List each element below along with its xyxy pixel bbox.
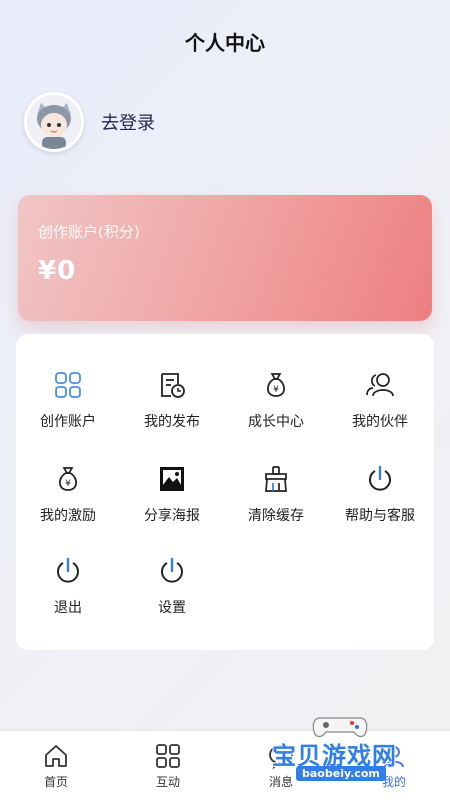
menu-label: 分享海报 bbox=[144, 508, 200, 524]
menu-grid: 创作账户 我的发布 ¥ 成长中心 我的伙伴 ¥ 我的激励 分享海报 清除缓存 帮… bbox=[16, 334, 434, 650]
grid-icon bbox=[53, 370, 83, 400]
menu-item-my-posts[interactable]: 我的发布 bbox=[120, 370, 224, 450]
tab-interact[interactable]: 互动 bbox=[112, 743, 224, 790]
watermark: 宝贝游戏网 baobeiy.com bbox=[272, 712, 442, 792]
menu-label: 我的激励 bbox=[40, 508, 96, 524]
profile-section[interactable]: 去登录 bbox=[24, 92, 155, 152]
menu-label: 成长中心 bbox=[248, 414, 304, 430]
menu-label: 清除缓存 bbox=[248, 508, 304, 524]
menu-label: 设置 bbox=[158, 600, 186, 616]
menu-item-logout[interactable]: 退出 bbox=[16, 556, 120, 636]
avatar-character-icon bbox=[27, 95, 81, 149]
people-icon bbox=[365, 370, 395, 400]
menu-label: 创作账户 bbox=[40, 414, 96, 430]
menu-item-growth-center[interactable]: ¥ 成长中心 bbox=[224, 370, 328, 450]
menu-label: 我的发布 bbox=[144, 414, 200, 430]
watermark-url: baobeiy.com bbox=[296, 766, 386, 781]
tab-label: 互动 bbox=[155, 775, 180, 789]
grid-icon bbox=[156, 744, 180, 768]
wallet-amount: ¥0 bbox=[38, 256, 77, 286]
creation-account-card[interactable]: 创作账户(积分) ¥0 bbox=[18, 195, 432, 321]
tab-label: 首页 bbox=[43, 775, 68, 789]
menu-item-clear-cache[interactable]: 清除缓存 bbox=[224, 464, 328, 544]
menu-item-settings[interactable]: 设置 bbox=[120, 556, 224, 636]
svg-text:¥: ¥ bbox=[273, 385, 279, 395]
broom-icon bbox=[261, 464, 291, 494]
power-icon bbox=[157, 556, 187, 586]
menu-label: 帮助与客服 bbox=[345, 508, 415, 524]
tab-home[interactable]: 首页 bbox=[0, 743, 112, 790]
money-bag-icon: ¥ bbox=[53, 464, 83, 494]
document-clock-icon bbox=[157, 370, 187, 400]
power-icon bbox=[53, 556, 83, 586]
page-title: 个人中心 bbox=[185, 31, 265, 55]
login-link[interactable]: 去登录 bbox=[101, 109, 155, 135]
money-bag-icon: ¥ bbox=[261, 370, 291, 400]
svg-text:¥: ¥ bbox=[65, 479, 71, 489]
menu-label: 我的伙伴 bbox=[352, 414, 408, 430]
image-icon bbox=[157, 464, 187, 494]
menu-item-creation-account[interactable]: 创作账户 bbox=[16, 370, 120, 450]
menu-label: 退出 bbox=[54, 600, 82, 616]
wallet-label: 创作账户(积分) bbox=[38, 223, 140, 241]
avatar[interactable] bbox=[24, 92, 84, 152]
menu-item-my-partners[interactable]: 我的伙伴 bbox=[328, 370, 432, 450]
power-icon bbox=[365, 464, 395, 494]
menu-item-help-service[interactable]: 帮助与客服 bbox=[328, 464, 432, 544]
menu-item-my-incentives[interactable]: ¥ 我的激励 bbox=[16, 464, 120, 544]
home-icon bbox=[45, 745, 67, 767]
menu-item-share-poster[interactable]: 分享海报 bbox=[120, 464, 224, 544]
